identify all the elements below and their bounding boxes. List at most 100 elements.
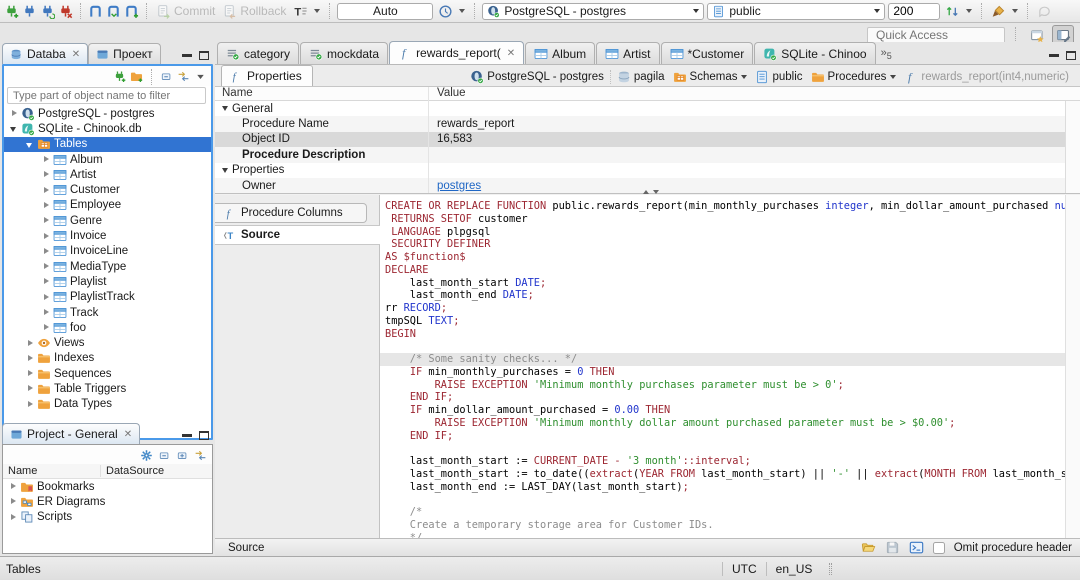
tab-properties[interactable]: f Properties [221,65,313,86]
gear-icon[interactable] [140,449,153,462]
breadcrumb-rewards-report-int4-numeric-[interactable]: f rewards_report(int4,numeric) [901,70,1072,84]
expander-collapsed-icon[interactable] [9,482,18,491]
rollback-button[interactable]: Rollback [220,3,288,20]
expander-collapsed-icon[interactable] [42,186,51,195]
tree-item-views[interactable]: Views [4,335,211,350]
maximize-icon[interactable] [199,51,209,60]
breadcrumb-public[interactable]: public [752,70,805,84]
property-row-properties[interactable]: Properties [215,163,1080,178]
new-connection-icon[interactable] [4,4,19,19]
close-icon[interactable]: ✕ [507,48,515,59]
editor-tab-album[interactable]: Album [525,42,596,64]
breadcrumb-postgresql-postgres[interactable]: PostgreSQL - postgres [467,70,607,84]
expander-collapsed-icon[interactable] [26,339,35,348]
maximize-icon[interactable] [199,431,209,440]
tab-projects[interactable]: Проект [88,43,161,64]
tab-database-navigator[interactable]: Databa ✕ [2,43,89,64]
editor-tab-mockdata[interactable]: mockdata [300,42,389,64]
scrollbar[interactable] [1065,195,1080,538]
close-icon[interactable]: ✕ [124,429,132,440]
tree-item-scripts[interactable]: Scripts [3,510,212,525]
fetch-size-input[interactable] [888,2,941,20]
tree-item-foo[interactable]: foo [4,320,211,335]
column-divider[interactable] [428,87,429,193]
expander-collapsed-icon[interactable] [42,247,51,256]
breadcrumb-schemas[interactable]: Schemas [670,70,751,84]
tree-item-artist[interactable]: Artist [4,167,211,182]
tree-item-album[interactable]: Album [4,152,211,167]
tree-item-playlisttrack[interactable]: PlaylistTrack [4,290,211,305]
tree-item-customer[interactable]: Customer [4,182,211,197]
tree-item-postgresql-postgres[interactable]: PostgreSQL - postgres [4,106,211,121]
collapse-all-icon[interactable] [160,70,173,83]
editor-tab-artist[interactable]: Artist [596,42,660,64]
editor-tab-category[interactable]: category [217,42,300,64]
expander-collapsed-icon[interactable] [26,384,35,393]
property-row-general[interactable]: General [215,101,1080,116]
maximize-icon[interactable] [1066,51,1076,60]
link-with-editor-icon[interactable] [194,449,207,462]
datasource-combo[interactable]: PostgreSQL - postgres [482,2,705,20]
tree-item-invoiceline[interactable]: InvoiceLine [4,244,211,259]
expander-collapsed-icon[interactable] [42,216,51,225]
expander-collapsed-icon[interactable] [42,293,51,302]
tree-item-genre[interactable]: Genre [4,213,211,228]
expander-collapsed-icon[interactable] [26,369,35,378]
connect-icon[interactable] [22,4,37,19]
property-row-object-id[interactable]: Object ID 16,583 [215,131,1080,148]
tab-source[interactable]: T Source [215,225,380,245]
new-connection-icon[interactable] [113,70,126,83]
sql-editor-new-icon[interactable] [124,4,139,19]
tree-item-employee[interactable]: Employee [4,198,211,213]
expander-collapsed-icon[interactable] [9,497,18,506]
expander-collapsed-icon[interactable] [42,201,51,210]
editor-tab--customer[interactable]: *Customer [660,42,754,64]
dropdown-arrow-icon[interactable] [890,75,897,79]
link-with-editor-icon[interactable] [177,70,190,83]
status-locale[interactable]: en_US [765,561,822,576]
commit-button[interactable]: Commit [154,3,217,20]
editor-tab-sqlite-chinoo[interactable]: SQLite - Chinoo [754,42,876,64]
tree-item-indexes[interactable]: Indexes [4,351,211,366]
close-icon[interactable]: ✕ [72,49,80,60]
tab-procedure-columns[interactable]: f Procedure Columns [215,203,367,223]
breadcrumb-pagila[interactable]: pagila [614,70,668,84]
minimize-icon[interactable] [1049,54,1059,57]
expander-collapsed-icon[interactable] [42,323,51,332]
new-folder-icon[interactable] [130,70,143,83]
column-datasource[interactable]: DataSource [101,465,164,477]
dropdown-arrow-icon[interactable] [741,75,748,79]
column-value[interactable]: Value [430,87,466,100]
tree-item-sqlite-chinook-db[interactable]: SQLite - Chinook.db [4,121,211,136]
history-button[interactable] [436,3,467,20]
lasso-button[interactable] [1035,3,1054,20]
format-button[interactable] [989,3,1020,20]
minimize-icon[interactable] [182,54,192,57]
tree-item-mediatype[interactable]: MediaType [4,259,211,274]
omit-header-checkbox[interactable] [932,541,945,554]
tab-overflow-button[interactable]: »5 [877,47,896,64]
tree-item-track[interactable]: Track [4,305,211,320]
expander-collapsed-icon[interactable] [42,155,51,164]
quick-access-input[interactable] [867,26,1005,44]
tree-item-data-types[interactable]: Data Types [4,397,211,412]
scrollbar[interactable] [1065,101,1080,193]
expander-collapsed-icon[interactable] [42,308,51,317]
tree-item-bookmarks[interactable]: Bookmarks [3,479,212,494]
console-icon[interactable] [909,540,924,555]
expander-collapsed-icon[interactable] [26,354,35,363]
expander-collapsed-icon[interactable] [10,109,19,118]
editor-tab-rewards-report-[interactable]: f rewards_report(✕ [389,41,525,64]
transaction-log-button[interactable]: T [291,3,322,20]
expander-expanded-icon[interactable] [10,124,19,133]
tx-mode-combo[interactable]: Auto [337,2,434,20]
object-filter-input[interactable] [7,87,206,104]
load-from-file-icon[interactable] [861,540,876,555]
reconnect-icon[interactable] [40,4,55,19]
tree-item-er-diagrams[interactable]: ER Diagrams [3,494,212,509]
expander-collapsed-icon[interactable] [42,277,51,286]
expander-expanded-icon[interactable] [222,167,228,173]
expander-expanded-icon[interactable] [26,140,35,149]
expand-all-icon[interactable] [176,449,189,462]
schema-combo[interactable]: public [707,2,886,20]
